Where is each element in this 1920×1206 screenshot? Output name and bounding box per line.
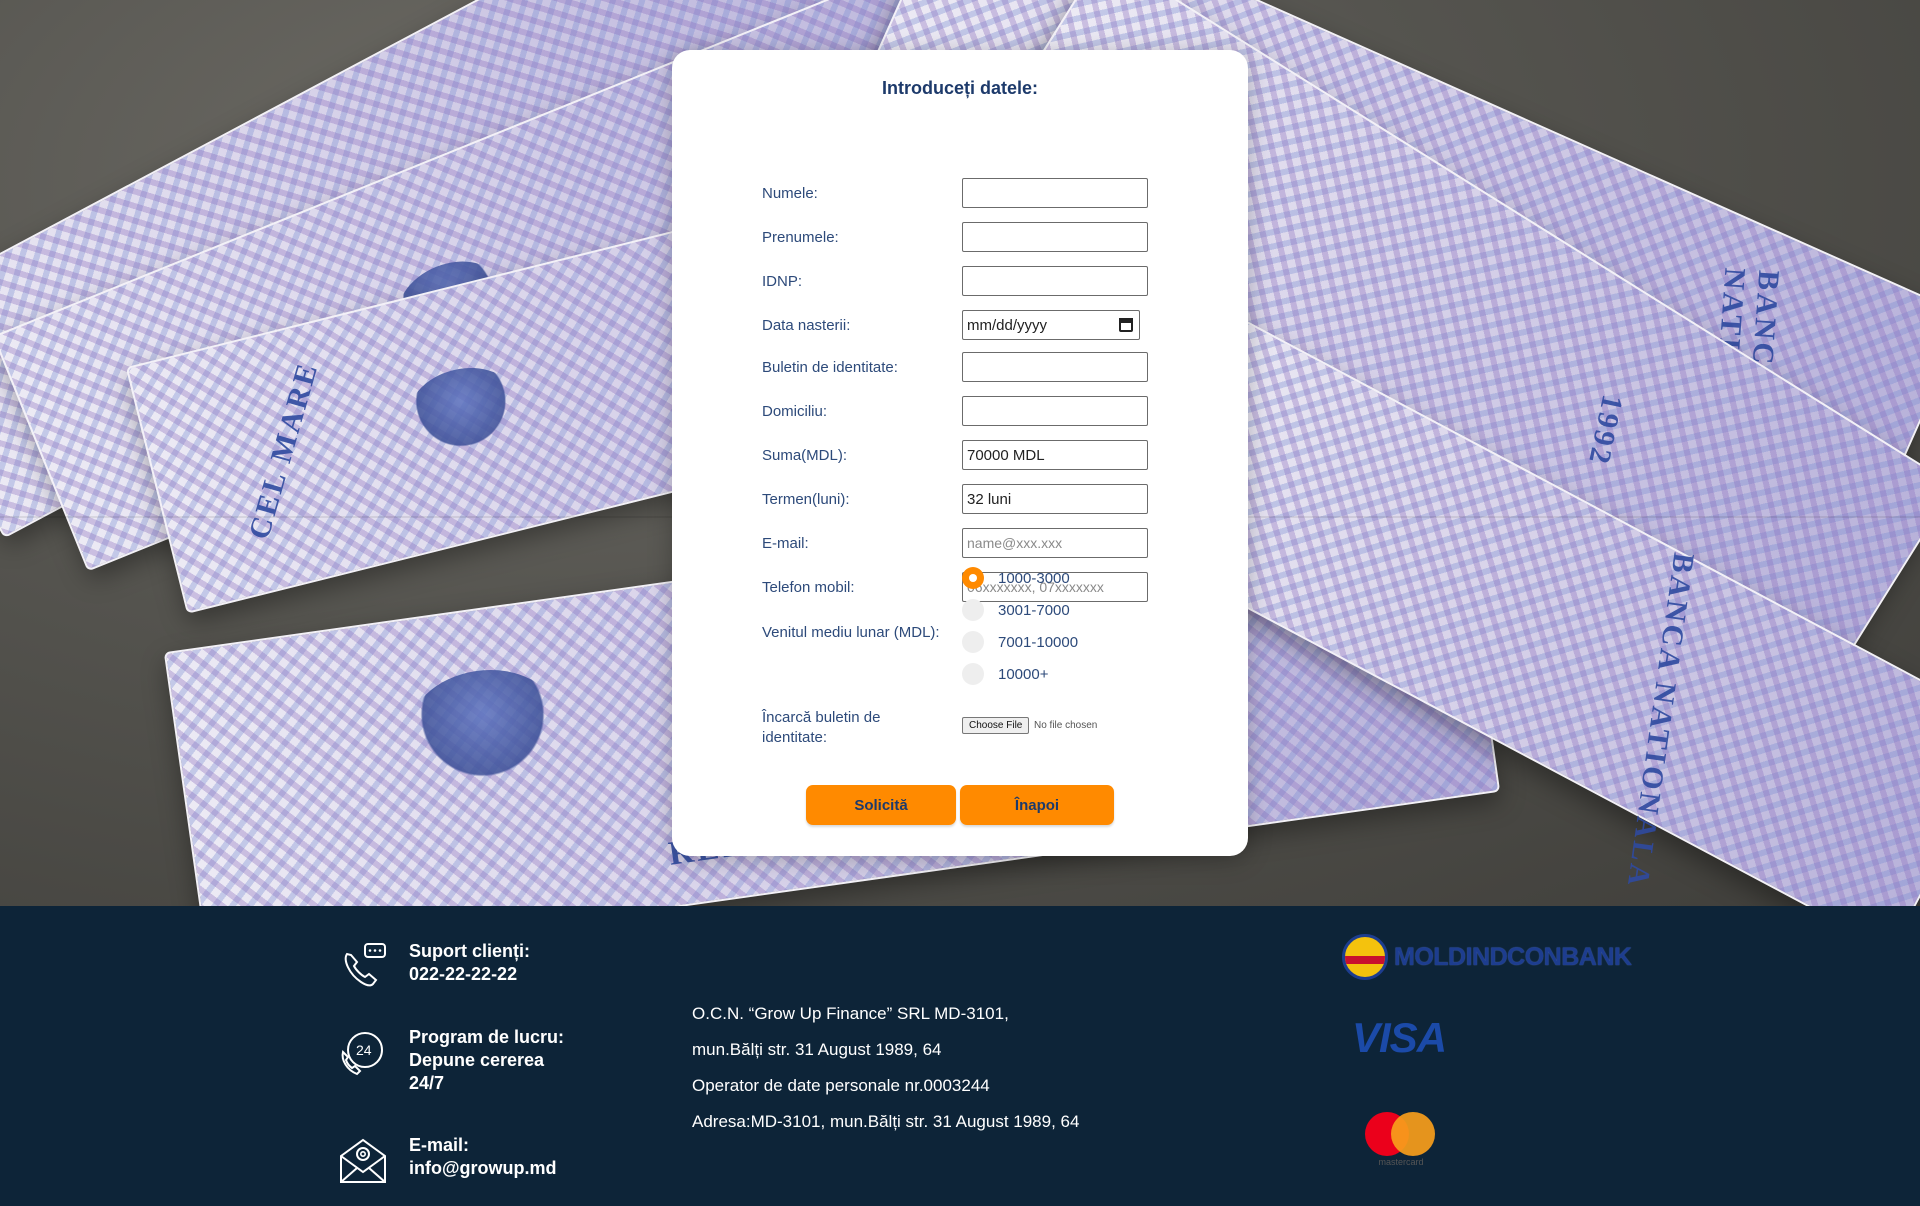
field-label-numele: Numele: [762,185,818,202]
termen-input[interactable] [962,484,1148,514]
domiciliu-input[interactable] [962,396,1148,426]
submit-button[interactable]: Solicită [806,785,956,825]
field-row-suma: Suma(MDL): [762,440,1182,472]
prenumele-input[interactable] [962,222,1148,252]
field-label-suma: Suma(MDL): [762,447,848,464]
radio-icon[interactable] [962,599,984,621]
radio-icon[interactable] [962,663,984,685]
choose-file-button[interactable]: Choose File [962,717,1030,734]
company-address-block: O.C.N. “Grow Up Finance” SRL MD-3101, mu… [692,996,1079,1140]
email-title: E-mail: [409,1135,470,1155]
visa-logo: VISA [1352,1014,1447,1061]
calendar-icon[interactable] [1119,318,1133,332]
income-option-label: 1000-3000 [998,569,1070,587]
field-label-telefon: Telefon mobil: [762,579,855,596]
field-row-idnp: IDNP: [762,266,1182,298]
program-line2: 24/7 [409,1073,445,1093]
buletin-input[interactable] [962,352,1148,382]
mastercard-logo: mastercard [1365,1112,1437,1170]
numele-input[interactable] [962,178,1148,208]
income-option-label: 10000+ [998,665,1049,683]
form-title: Introduceți datele: [881,78,1038,98]
birthdate-value: mm/dd/yyyy [967,316,1048,334]
phone-chat-icon [344,943,386,987]
field-label-idnp: IDNP: [762,273,803,290]
income-option-4[interactable]: 10000+ [962,658,1078,690]
envelope-at-icon [340,1138,386,1183]
field-label-prenumele: Prenumele: [762,229,839,246]
support-title: Suport clienți: [409,941,530,961]
field-label-buletin: Buletin de identitate: [762,359,898,376]
email-input[interactable] [962,528,1148,558]
field-label-domiciliu: Domiciliu: [762,403,828,420]
moldindconbank-logo: MOLDINDCONBANK [1342,934,1632,980]
income-radio-group: 1000-3000 3001-7000 7001-10000 10000+ [962,562,1078,690]
field-row-numele: Numele: [762,178,1182,210]
footer-support: Suport clienți: 022-22-22-22 [337,940,530,992]
income-option-3[interactable]: 7001-10000 [962,626,1078,658]
address-line: Adresa:MD-3101, mun.Bălți str. 31 August… [692,1112,1080,1131]
program-line1: Depune cererea [409,1050,545,1070]
income-label: Venitul mediu lunar (MDL): [762,624,940,641]
support-phone[interactable]: 022-22-22-22 [409,963,530,986]
field-label-email: E-mail: [762,535,809,552]
file-status-text: No file chosen [1034,720,1098,731]
income-option-1[interactable]: 1000-3000 [962,562,1078,594]
footer: Suport clienți: 022-22-22-22 24 Program … [0,906,1920,1206]
field-row-buletin: Buletin de identitate: [762,352,1182,384]
field-label-termen: Termen(luni): [762,491,850,508]
field-row-termen: Termen(luni): [762,484,1182,516]
email-address[interactable]: info@growup.md [409,1157,557,1180]
income-option-label: 3001-7000 [998,601,1070,619]
birthdate-input[interactable]: mm/dd/yyyy [962,310,1140,340]
address-line: Operator de date personale nr.0003244 [692,1076,990,1095]
field-row-domiciliu: Domiciliu: [762,396,1182,428]
footer-email: E-mail: info@growup.md [337,1134,557,1186]
24h-phone-icon: 24 [341,1032,383,1076]
moldindconbank-emblem-icon [1342,934,1388,980]
radio-selected-icon[interactable] [962,567,984,589]
footer-program: 24 Program de lucru: Depune cererea 24/7 [337,1026,564,1095]
back-button[interactable]: Înapoi [960,785,1114,825]
upload-label: Încarcă buletin de identitate: [762,709,881,746]
field-row-email: E-mail: [762,528,1182,560]
address-line: mun.Bălți str. 31 August 1989, 64 [692,1040,942,1059]
mastercard-orange-circle [1391,1112,1435,1156]
field-row-prenumele: Prenumele: [762,222,1182,254]
mastercard-wordmark: mastercard [1378,1157,1424,1167]
application-form-panel: Introduceți datele: Numele: Prenumele: I… [672,50,1248,856]
income-option-label: 7001-10000 [998,633,1079,651]
moldindconbank-wordmark: MOLDINDCONBANK [1394,942,1632,971]
svg-text:24: 24 [356,1042,372,1058]
field-row-data-nasterii: Data nasterii: mm/dd/yyyy [762,310,1182,342]
radio-icon[interactable] [962,631,984,653]
idnp-input[interactable] [962,266,1148,296]
field-label-data-nasterii: Data nasterii: [762,317,851,334]
program-title: Program de lucru: [409,1027,565,1047]
income-option-2[interactable]: 3001-7000 [962,594,1078,626]
address-line: O.C.N. “Grow Up Finance” SRL MD-3101, [692,1004,1009,1023]
suma-input[interactable] [962,440,1148,470]
